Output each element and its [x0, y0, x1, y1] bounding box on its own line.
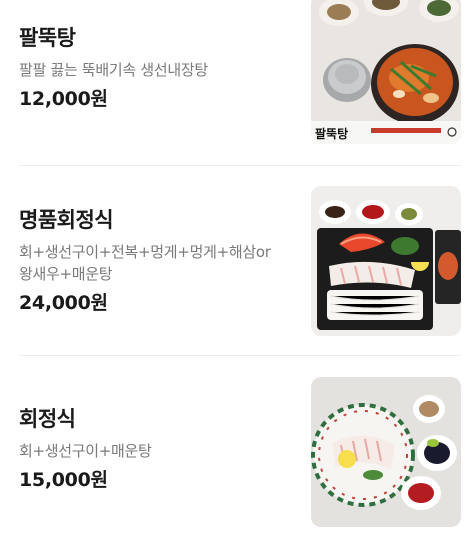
image-caption: 팔뚝탕 — [315, 126, 348, 141]
divider — [19, 355, 461, 356]
menu-item[interactable]: 명품회정식 회+생선구이+전복+멍게+멍게+해삼or왕새우+매운탕 24,000… — [0, 186, 472, 336]
menu-item-name: 명품회정식 — [19, 208, 114, 232]
menu-item-name: 회정식 — [19, 407, 76, 431]
menu-item-description: 회+생선구이+매운탕 — [19, 442, 152, 460]
menu-item-text: 팔뚝탕 팔팔 끓는 뚝배기속 생선내장탕 12,000원 — [19, 25, 289, 111]
menu-item[interactable]: 팔뚝탕 팔팔 끓는 뚝배기속 생선내장탕 12,000원 팔뚝탕 — [0, 0, 472, 154]
sashimi-platter-photo-icon[interactable] — [311, 186, 461, 336]
menu-item-name: 팔뚝탕 — [19, 26, 76, 50]
divider — [19, 165, 461, 166]
menu-list: 팔뚝탕 팔팔 끓는 뚝배기속 생선내장탕 12,000원 팔뚝탕 명품회정식 회… — [0, 0, 472, 533]
sashimi-plate-photo-icon[interactable] — [311, 377, 461, 527]
menu-item-price: 12,000원 — [19, 88, 108, 110]
menu-item-description: 팔팔 끓는 뚝배기속 생선내장탕 — [19, 61, 208, 79]
menu-item[interactable]: 회정식 회+생선구이+매운탕 15,000원 — [0, 377, 472, 527]
menu-item-text: 명품회정식 회+생선구이+전복+멍게+멍게+해삼or왕새우+매운탕 24,000… — [19, 207, 289, 315]
menu-item-price: 24,000원 — [19, 292, 108, 314]
menu-item-price: 15,000원 — [19, 469, 108, 491]
stew-photo-icon[interactable]: 팔뚝탕 — [311, 0, 461, 144]
menu-item-description: 회+생선구이+전복+멍게+멍게+해삼or왕새우+매운탕 — [19, 243, 271, 283]
menu-item-text: 회정식 회+생선구이+매운탕 15,000원 — [19, 406, 289, 492]
